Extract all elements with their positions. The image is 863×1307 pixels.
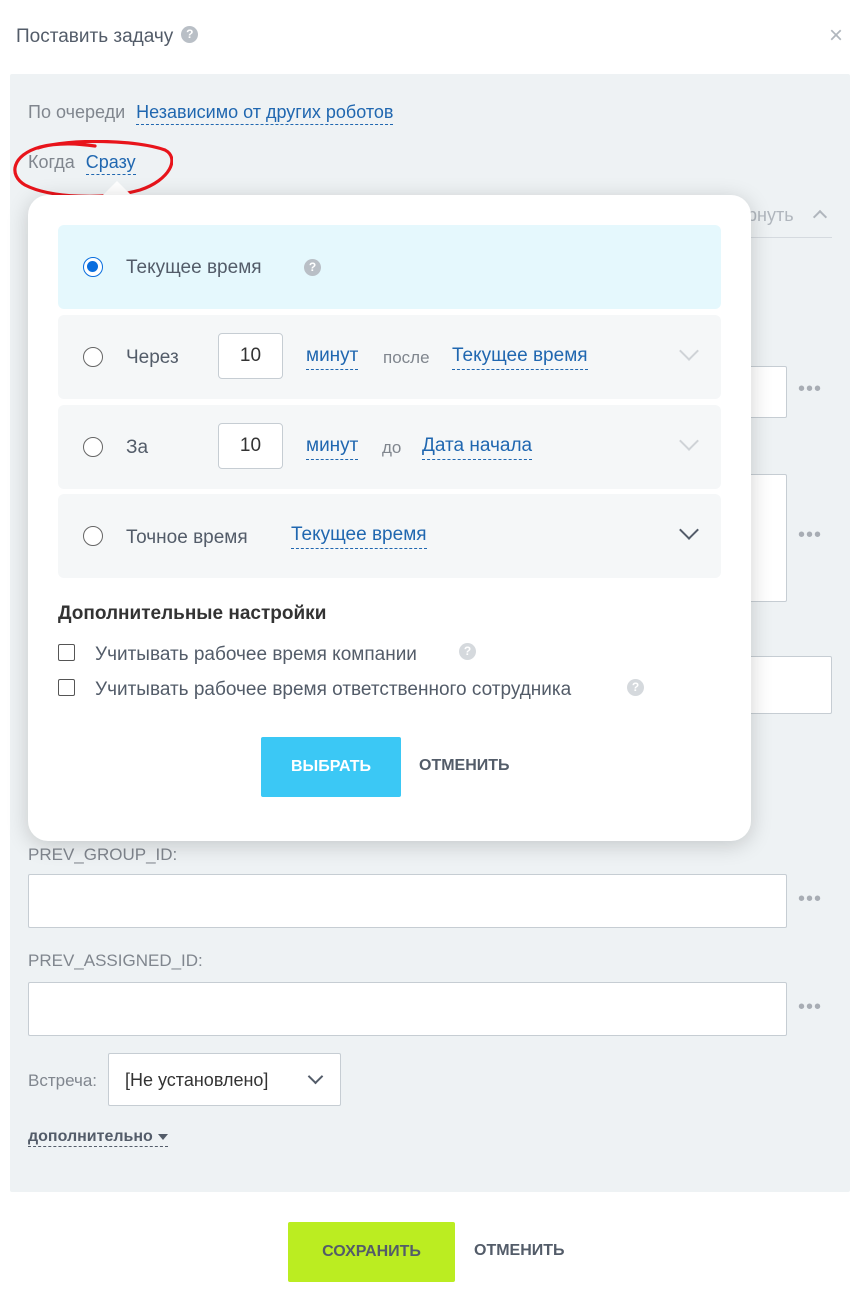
chevron-down-icon (307, 1068, 324, 1085)
option-exact-time[interactable]: Точное время Текущее время (58, 494, 721, 578)
option-current-time[interactable]: Текущее время ? (58, 225, 721, 309)
before-number-input[interactable] (218, 423, 283, 469)
timing-popup: Текущее время ? Через минут после Текуще… (28, 195, 751, 841)
meeting-select[interactable]: [Не установлено] (108, 1053, 341, 1106)
more-dots-icon[interactable]: ••• (798, 996, 822, 1019)
select-button[interactable]: ВЫБРАТЬ (261, 737, 401, 797)
collapse-link[interactable]: рнуть (747, 205, 794, 226)
when-value-link[interactable]: Сразу (85, 152, 136, 175)
radio-current-time[interactable] (83, 257, 103, 277)
advanced-settings-title: Дополнительные настройки (58, 603, 327, 624)
more-dots-icon[interactable]: ••• (798, 378, 822, 401)
divider (748, 237, 832, 238)
after-target-link[interactable]: Текущее время (452, 345, 588, 370)
chevron-down-icon[interactable] (679, 341, 699, 361)
help-icon[interactable]: ? (304, 259, 321, 276)
before-unit-link[interactable]: минут (306, 435, 359, 460)
queue-value-link[interactable]: Независимо от других роботов (136, 102, 394, 125)
employee-hours-label: Учитывать рабочее время ответственного с… (95, 679, 572, 700)
option-label: Текущее время (126, 257, 262, 278)
dialog-header: Поставить задачу? × (0, 0, 863, 74)
when-row: Когда Сразу (28, 152, 136, 175)
meeting-select-value: [Не установлено] (125, 1070, 269, 1090)
more-dots-icon[interactable]: ••• (798, 888, 822, 911)
hidden-field-2[interactable] (740, 656, 832, 714)
after-relation: после (383, 348, 430, 367)
chevron-down-icon[interactable] (679, 520, 699, 540)
radio-after[interactable] (83, 347, 103, 367)
prev-group-label: PREV_GROUP_ID: (28, 845, 178, 864)
option-label: За (126, 437, 149, 458)
before-target-link[interactable]: Дата начала (422, 435, 533, 460)
after-number-input[interactable] (218, 333, 283, 379)
queue-label: По очереди (28, 102, 126, 122)
when-label: Когда (28, 152, 75, 172)
popup-cancel-button[interactable]: ОТМЕНИТЬ (419, 757, 510, 775)
popup-arrow (103, 181, 131, 195)
radio-exact-time[interactable] (83, 526, 103, 546)
save-button[interactable]: СОХРАНИТЬ (288, 1222, 455, 1282)
help-icon[interactable]: ? (181, 26, 199, 44)
close-icon[interactable]: × (829, 22, 843, 50)
option-after[interactable]: Через минут после Текущее время (58, 315, 721, 399)
option-label: Точное время (126, 527, 248, 548)
prev-assigned-input[interactable] (28, 982, 787, 1036)
chevron-down-icon[interactable] (679, 431, 699, 451)
exact-target-link[interactable]: Текущее время (291, 524, 427, 549)
option-before[interactable]: За минут до Дата начала (58, 405, 721, 489)
after-unit-link[interactable]: минут (306, 345, 359, 370)
prev-group-input[interactable] (28, 874, 787, 928)
dialog-title-text: Поставить задачу (16, 26, 174, 47)
company-hours-checkbox[interactable] (58, 644, 75, 661)
radio-before[interactable] (83, 437, 103, 457)
dialog-title: Поставить задачу? (16, 26, 199, 48)
more-options-text: дополнительно (28, 1128, 153, 1145)
cancel-button[interactable]: ОТМЕНИТЬ (474, 1242, 565, 1260)
prev-assigned-label: PREV_ASSIGNED_ID: (28, 951, 203, 970)
meeting-label: Встреча: (28, 1071, 98, 1090)
help-icon[interactable]: ? (459, 643, 476, 660)
more-options-link[interactable]: дополнительно (28, 1128, 168, 1147)
queue-row: По очереди Независимо от других роботов (28, 102, 394, 125)
caret-down-icon (157, 1133, 168, 1140)
company-hours-label: Учитывать рабочее время компании (95, 644, 417, 665)
help-icon[interactable]: ? (627, 679, 644, 696)
more-dots-icon[interactable]: ••• (798, 524, 822, 547)
employee-hours-checkbox[interactable] (58, 679, 75, 696)
option-label: Через (126, 347, 179, 368)
before-relation: до (382, 438, 402, 457)
